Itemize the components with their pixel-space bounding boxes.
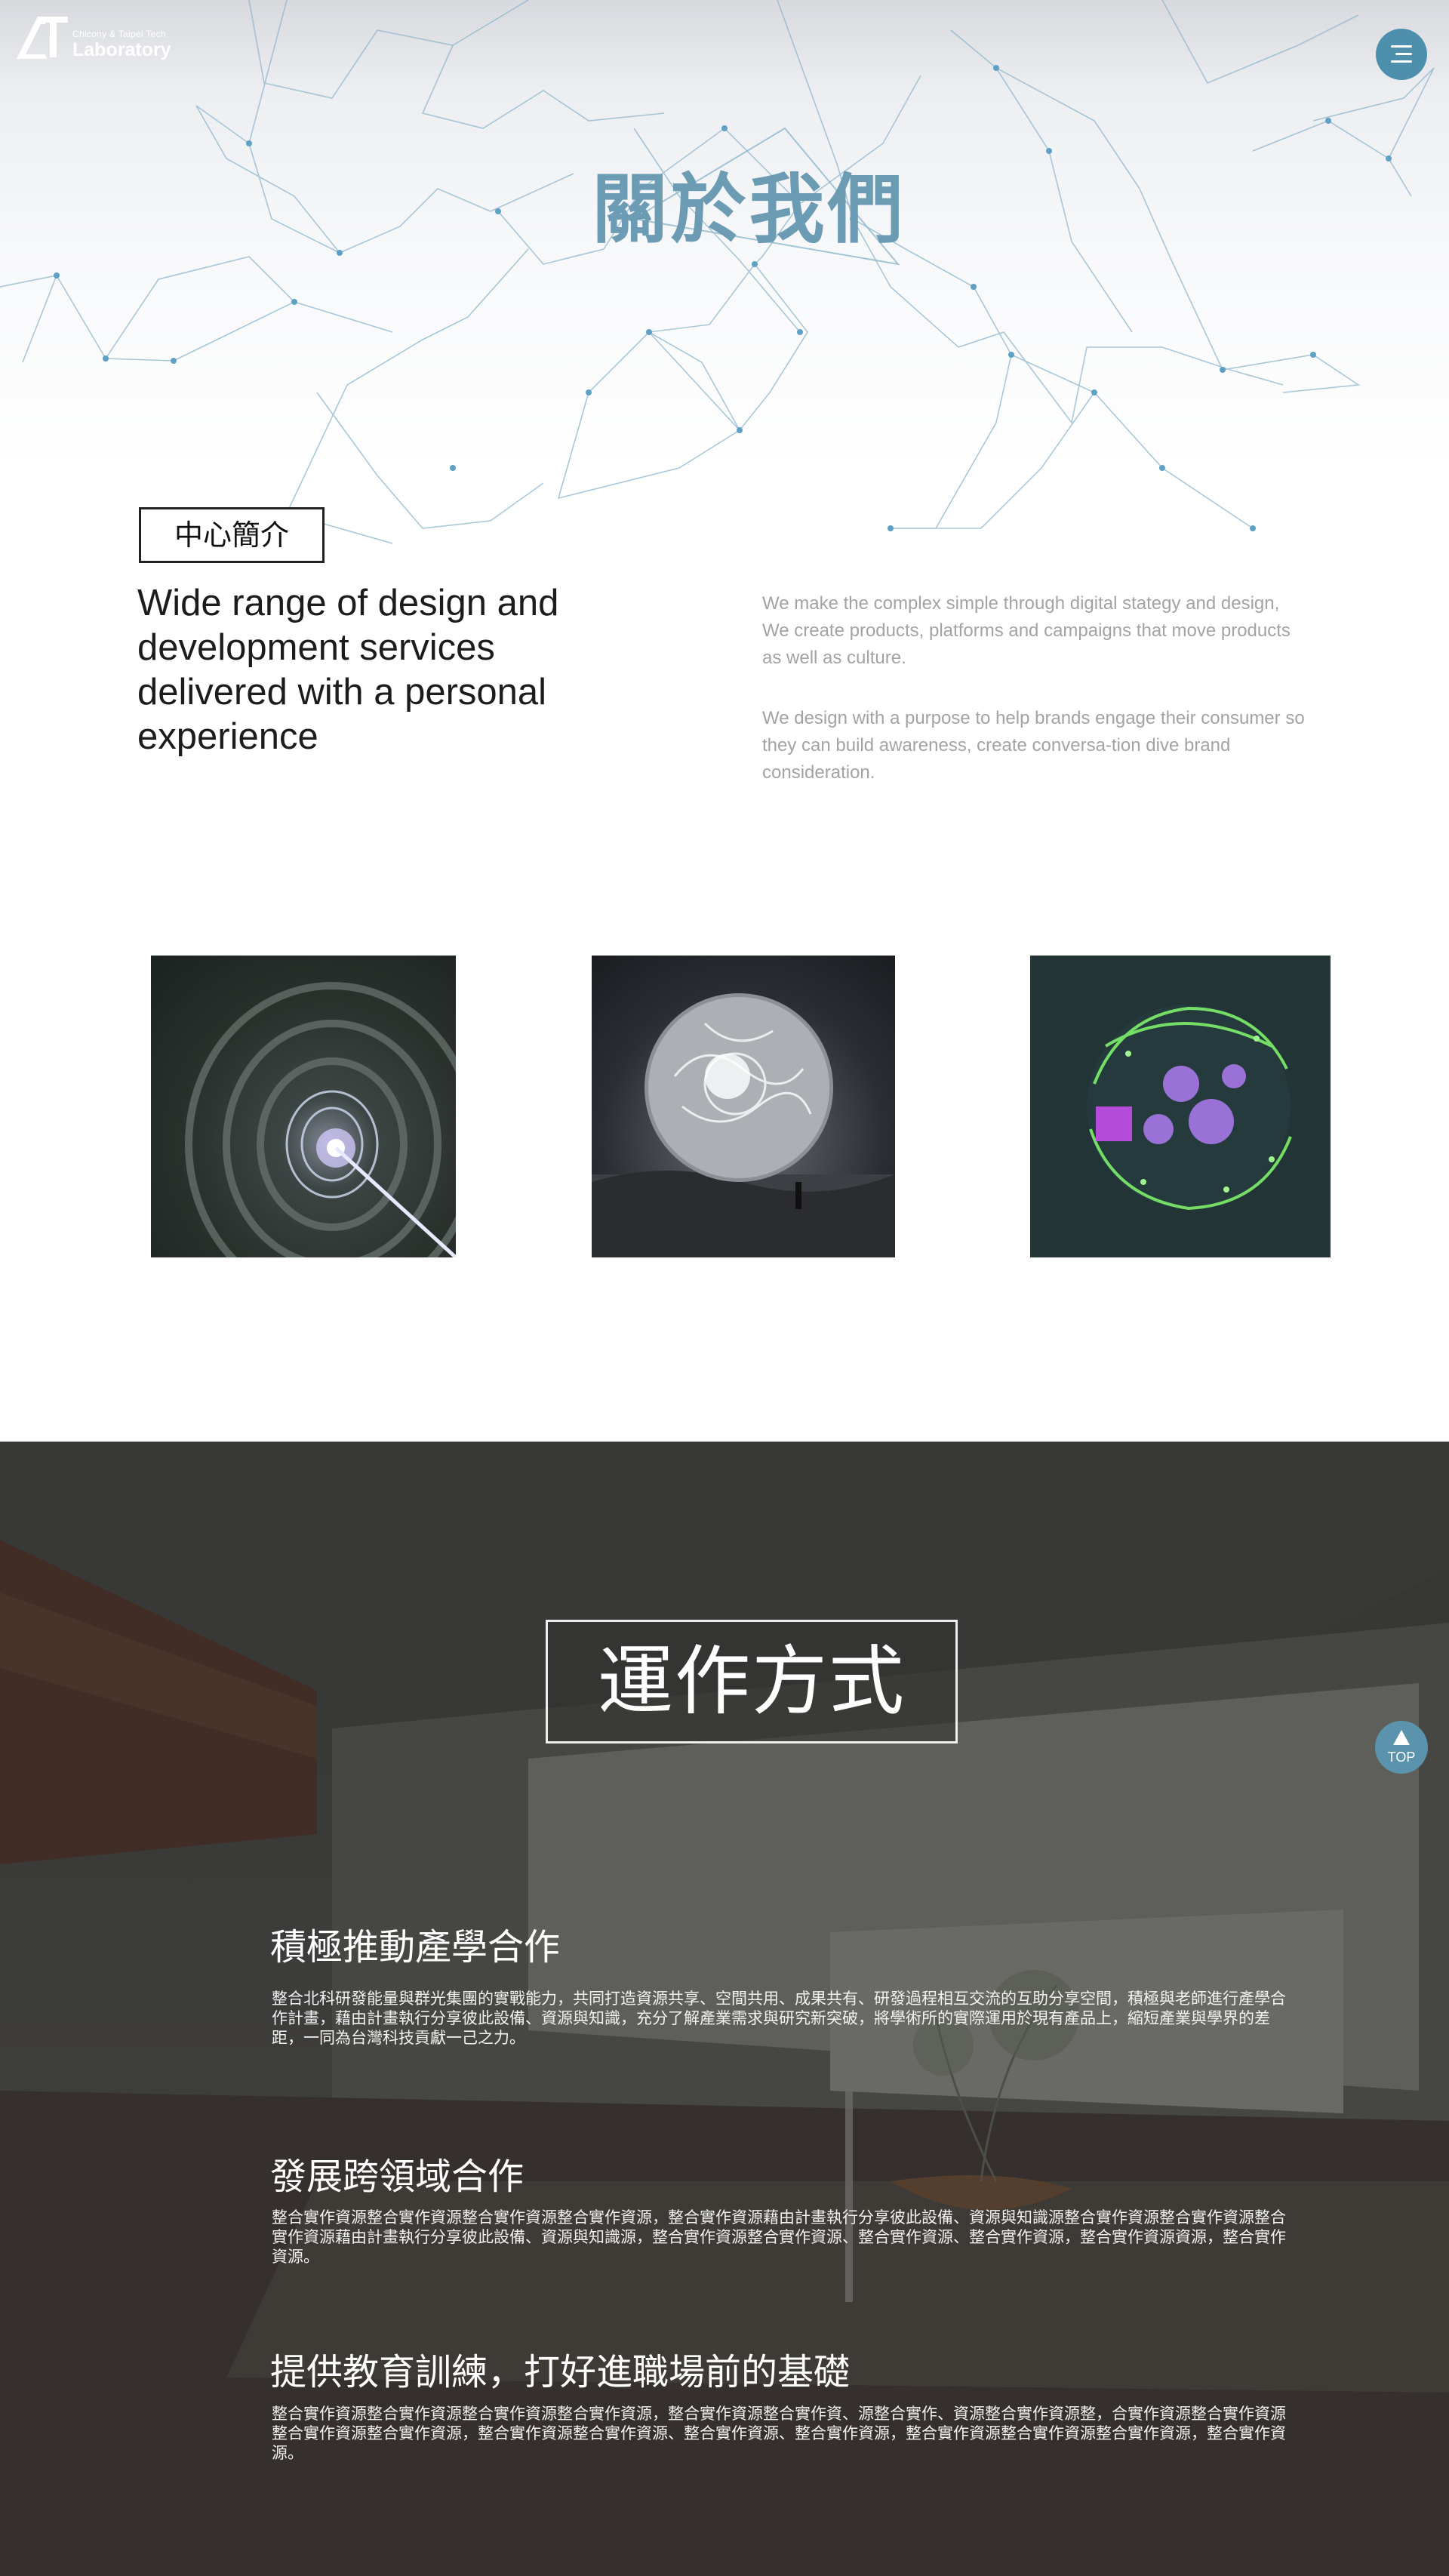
work-title: 運作方式 [546,1620,958,1743]
logo-mark-icon [17,17,68,59]
intro-label: 中心簡介 [139,507,325,563]
logo-subtitle: Chicony & Taipei Tech [72,29,166,39]
section-heading: 積極推動產學合作 [270,1926,561,1968]
menu-button[interactable] [1376,29,1427,80]
site-logo[interactable]: Chicony & Taipei Tech Laboratory [15,14,181,65]
hero-section: Chicony & Taipei Tech Laboratory 關於我們 [0,0,1449,574]
arrow-up-icon [1393,1730,1410,1745]
back-to-top-button[interactable]: TOP [1375,1721,1428,1774]
gallery-image-3 [1030,956,1331,1257]
section-text: 整合實作資源整合實作資源整合實作資源整合實作資源，整合實作資源藉由計畫執行分享彼… [272,2208,1286,2266]
intro-paragraph-2: We design with a purpose to help brands … [762,708,1305,783]
gallery-image-2 [592,956,895,1257]
section-heading: 發展跨領域合作 [270,2156,525,2198]
section-text: 整合北科研發能量與群光集團的實戰能力，共同打造資源共享、空間共用、成果共有、研發… [272,1990,1286,2047]
logo-title: Laboratory [72,39,171,60]
network-background [0,0,1435,544]
section-text: 整合實作資源整合實作資源整合實作資源整合實作資源，整合實作資源整合實作資、源整合… [272,2405,1286,2462]
intro-heading: Wide range of design and development ser… [137,583,559,757]
page-title: 關於我們 [592,165,906,254]
intro-paragraph-1: We make the complex simple through digit… [762,593,1291,668]
section-heading: 提供教育訓練，打好進職場前的基礎 [270,2351,851,2393]
back-to-top-label: TOP [1387,1750,1416,1765]
gallery-image-1 [151,956,456,1257]
